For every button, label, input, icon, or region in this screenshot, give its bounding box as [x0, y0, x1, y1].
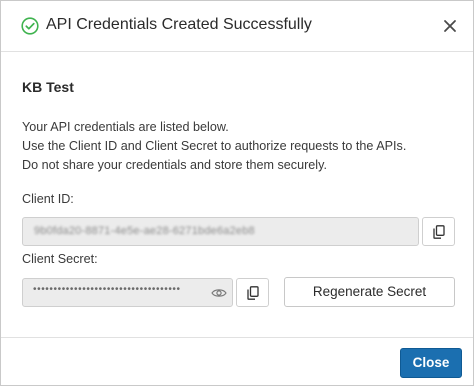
copy-icon [246, 285, 259, 300]
copy-client-secret-button[interactable] [236, 278, 269, 307]
client-id-field[interactable]: 9b0fda20-8871-4e5e-ae28-6271bde6a2eb8 [22, 217, 419, 246]
client-secret-masked-value: •••••••••••••••••••••••••••••••••••• [33, 284, 181, 295]
credential-name: KB Test [22, 79, 74, 95]
copy-client-id-button[interactable] [422, 217, 455, 246]
dialog-header: API Credentials Created Successfully [1, 1, 473, 52]
credentials-dialog: API Credentials Created Successfully KB … [0, 0, 474, 386]
check-circle-icon [21, 17, 39, 35]
description-line-2: Use the Client ID and Client Secret to a… [22, 139, 407, 153]
description-line-1: Your API credentials are listed below. [22, 120, 229, 134]
client-secret-field[interactable]: •••••••••••••••••••••••••••••••••••• [22, 278, 233, 307]
eye-icon[interactable] [211, 287, 227, 299]
client-id-value: 9b0fda20-8871-4e5e-ae28-6271bde6a2eb8 [34, 225, 255, 237]
description-line-3: Do not share your credentials and store … [22, 158, 327, 172]
dialog-title: API Credentials Created Successfully [46, 16, 312, 33]
regenerate-secret-button[interactable]: Regenerate Secret [284, 277, 455, 307]
footer-divider [1, 337, 473, 338]
client-secret-label: Client Secret: [22, 252, 98, 266]
close-icon[interactable] [439, 15, 461, 37]
copy-icon [432, 224, 445, 239]
close-button[interactable]: Close [400, 348, 462, 378]
client-id-label: Client ID: [22, 192, 74, 206]
